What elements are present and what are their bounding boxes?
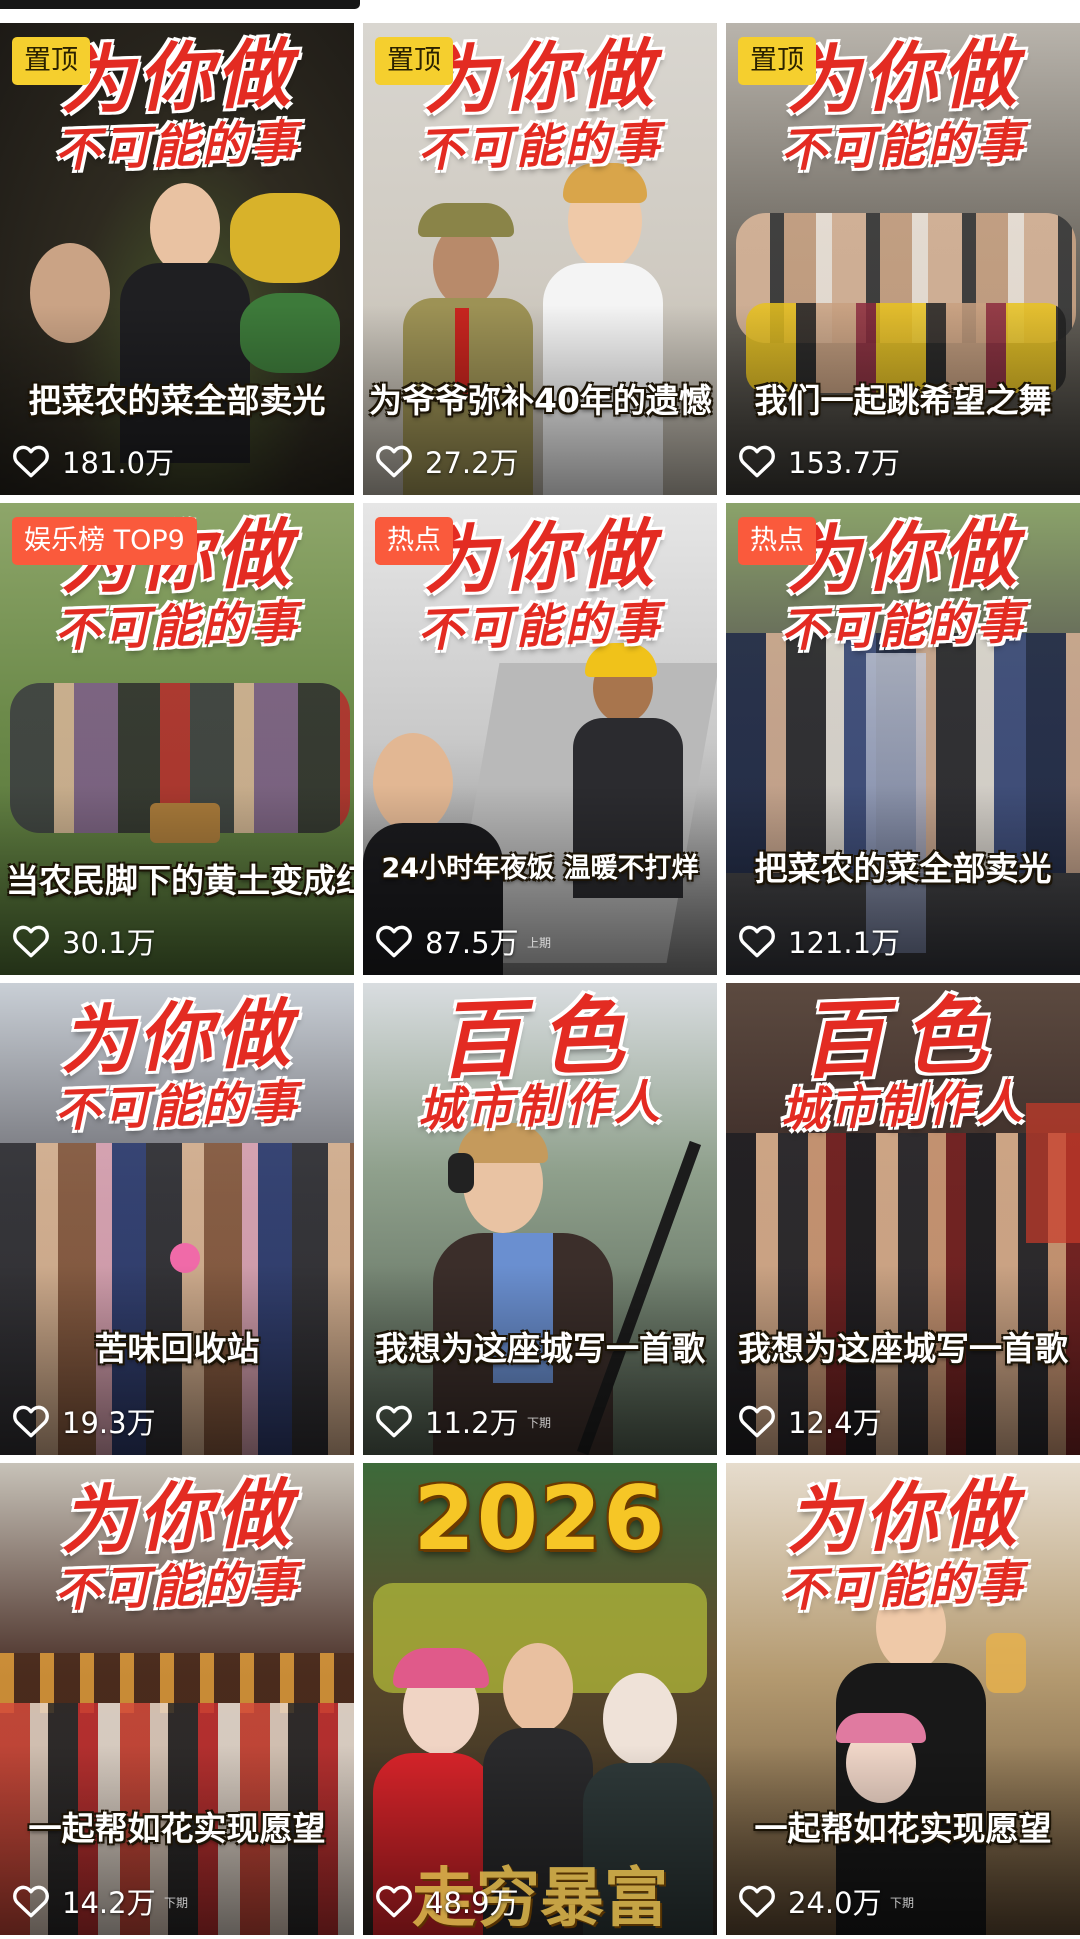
like-count-row: 14.2万 xyxy=(12,1881,156,1921)
like-count-row: 27.2万 xyxy=(375,441,519,481)
show-title: 为你做 不可能的事 xyxy=(0,1471,354,1617)
heart-outline-icon xyxy=(376,1405,412,1438)
show-title-sub: 不可能的事 xyxy=(779,594,1027,658)
video-caption: 为爷爷弥补40年的遗憾 xyxy=(369,381,712,420)
show-title-sub: 不可能的事 xyxy=(53,1554,301,1618)
video-card[interactable]: 百色 城市制作人 我想为这座城写一首歌 12.4万 xyxy=(726,983,1080,1455)
like-count: 24.0万 xyxy=(788,1886,882,1920)
heart-outline-icon xyxy=(376,1885,412,1918)
like-count: 30.1万 xyxy=(62,926,156,960)
like-count-row: 153.7万 xyxy=(738,441,900,481)
like-count: 19.3万 xyxy=(62,1406,156,1440)
video-caption: 24小时年夜饭 温暖不打烊 xyxy=(381,853,699,884)
episode-mark: 下期 xyxy=(164,1896,189,1910)
episode-mark: 上期 xyxy=(527,936,552,950)
episode-mark: 下期 xyxy=(890,1896,915,1910)
like-count: 153.7万 xyxy=(788,446,901,480)
video-caption: 苦味回收站 xyxy=(94,1329,260,1368)
show-title-main: 为你做 xyxy=(58,1470,296,1566)
video-card[interactable]: 2026 走穷暴富 48.9万 xyxy=(363,1463,717,1935)
video-caption: 我想为这座城写一首歌 xyxy=(375,1329,705,1368)
show-title-sub: 不可能的事 xyxy=(779,114,1027,178)
video-card[interactable]: 为你做 不可能的事 置顶 为爷爷弥补40年的遗憾 27.2万 xyxy=(363,23,717,495)
show-title-sub: 不可能的事 xyxy=(416,594,664,658)
video-caption: 我们一起跳希望之舞 xyxy=(754,381,1052,420)
video-caption: 一起帮如花实现愿望 xyxy=(28,1809,326,1848)
show-title-main: 百色 xyxy=(436,985,644,1091)
like-count: 48.9万 xyxy=(425,1886,519,1920)
heart-outline-icon xyxy=(13,1885,49,1918)
heart-outline-icon xyxy=(739,1885,775,1918)
heart-outline-icon xyxy=(376,925,412,958)
like-count-row: 19.3万 xyxy=(12,1401,156,1441)
ranking-badge: 娱乐榜 TOP9 xyxy=(12,517,197,565)
like-count-row: 87.5万 xyxy=(375,921,519,961)
heart-outline-icon xyxy=(13,1405,49,1438)
video-card[interactable]: 为你做 不可能的事 置顶 我们一起跳希望之舞 153.7万 xyxy=(726,23,1080,495)
show-title-main: 百色 xyxy=(799,985,1007,1091)
video-card[interactable]: 为你做 不可能的事 娱乐榜 TOP9 当农民脚下的黄土变成红毯 30.1万 xyxy=(0,503,354,975)
like-count-row: 12.4万 xyxy=(738,1401,882,1441)
video-card[interactable]: 为你做 不可能的事 置顶 把菜农的菜全部卖光 181.0万 xyxy=(0,23,354,495)
video-caption: 当农民脚下的黄土变成红毯 xyxy=(6,861,354,900)
year-banner: 2026 xyxy=(413,1467,667,1570)
video-card[interactable]: 为你做 不可能的事 一起帮如花实现愿望 14.2万 下期 xyxy=(0,1463,354,1935)
like-count: 11.2万 xyxy=(425,1406,519,1440)
heart-outline-icon xyxy=(739,925,775,958)
video-card[interactable]: 为你做 不可能的事 热点 把菜农的菜全部卖光 121.1万 xyxy=(726,503,1080,975)
show-title: 百色 城市制作人 xyxy=(726,985,1080,1137)
pinned-badge: 置顶 xyxy=(12,37,90,85)
show-title: 百色 城市制作人 xyxy=(363,985,717,1137)
pinned-badge: 置顶 xyxy=(738,37,816,85)
like-count-row: 121.1万 xyxy=(738,921,900,961)
like-count: 14.2万 xyxy=(62,1886,156,1920)
like-count-row: 30.1万 xyxy=(12,921,156,961)
hot-badge: 热点 xyxy=(738,517,816,565)
show-title-sub: 不可能的事 xyxy=(53,594,301,658)
show-title-sub: 不可能的事 xyxy=(53,114,301,178)
video-caption: 我想为这座城写一首歌 xyxy=(738,1329,1068,1368)
show-title-sub: 不可能的事 xyxy=(416,114,664,178)
like-count-row: 24.0万 xyxy=(738,1881,882,1921)
like-count: 12.4万 xyxy=(788,1406,882,1440)
show-title-sub: 城市制作人 xyxy=(416,1074,664,1138)
video-caption: 把菜农的菜全部卖光 xyxy=(28,381,326,420)
show-title-main: 为你做 xyxy=(784,1470,1022,1566)
video-caption: 把菜农的菜全部卖光 xyxy=(754,849,1052,888)
like-count-row: 48.9万 xyxy=(375,1881,519,1921)
video-grid: 为你做 不可能的事 置顶 把菜农的菜全部卖光 181.0万 为你做 不可能的事 … xyxy=(0,0,1080,1939)
hot-badge: 热点 xyxy=(375,517,453,565)
pinned-badge: 置顶 xyxy=(375,37,453,85)
video-card[interactable]: 百色 城市制作人 我想为这座城写一首歌 11.2万 下期 xyxy=(363,983,717,1455)
like-count-row: 11.2万 xyxy=(375,1401,519,1441)
heart-outline-icon xyxy=(739,1405,775,1438)
like-count: 27.2万 xyxy=(425,446,519,480)
video-card[interactable]: 为你做 不可能的事 苦味回收站 19.3万 xyxy=(0,983,354,1455)
video-caption: 一起帮如花实现愿望 xyxy=(754,1809,1052,1848)
like-count-row: 181.0万 xyxy=(12,441,174,481)
show-title-sub: 城市制作人 xyxy=(779,1074,1027,1138)
like-count: 121.1万 xyxy=(788,926,901,960)
video-card[interactable]: 为你做 不可能的事 一起帮如花实现愿望 24.0万 下期 xyxy=(726,1463,1080,1935)
show-title: 为你做 不可能的事 xyxy=(0,991,354,1137)
like-count: 181.0万 xyxy=(62,446,175,480)
like-count: 87.5万 xyxy=(425,926,519,960)
heart-outline-icon xyxy=(376,445,412,478)
show-title: 为你做 不可能的事 xyxy=(726,1471,1080,1617)
episode-mark: 下期 xyxy=(527,1416,552,1430)
show-title-sub: 不可能的事 xyxy=(53,1074,301,1138)
heart-outline-icon xyxy=(739,445,775,478)
show-title-sub: 不可能的事 xyxy=(779,1554,1027,1618)
heart-outline-icon xyxy=(13,445,49,478)
video-card[interactable]: 为你做 不可能的事 热点 24小时年夜饭 温暖不打烊 87.5万 上期 xyxy=(363,503,717,975)
show-title-main: 为你做 xyxy=(58,990,296,1086)
heart-outline-icon xyxy=(13,925,49,958)
